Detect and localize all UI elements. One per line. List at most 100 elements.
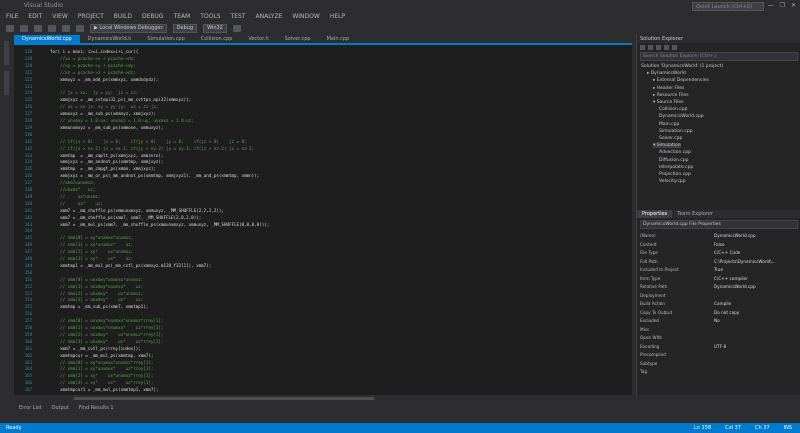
tab-error-list[interactable]: Error List bbox=[14, 404, 47, 412]
property-value[interactable]: C/C++ Code bbox=[714, 250, 798, 256]
code-line[interactable]: xmmtmp = _mm_cmplt_ps(xmmjxyz, xmmzero); bbox=[50, 153, 163, 158]
code-comment-line[interactable]: // xmm[1] = unxmxy*unxmxx* uz; bbox=[50, 284, 143, 289]
tab-vector-h[interactable]: Vector.h bbox=[240, 35, 277, 43]
code-comment-line[interactable]: // xmm[2] = xy* ux*unxmxz; bbox=[50, 249, 133, 254]
attach-icon[interactable] bbox=[232, 24, 241, 32]
code-line[interactable]: xmmtmpcur1 = _mm_mul_ps(xmmtmp1, xmm7); bbox=[50, 387, 158, 392]
code-comment-line[interactable]: // if(jx > nx-2) jx = nx-2; if(jy > ny-2… bbox=[50, 146, 254, 151]
code-line[interactable]: xmmuxyz = _mm_sub_ps(xmmxyz, xmmjxyz); bbox=[50, 111, 156, 116]
property-value[interactable]: DynamicsWorld.cpp bbox=[714, 233, 798, 239]
code-comment-line[interactable]: // xmm[0] = unxmxy*unxmxx*unxmxz; bbox=[50, 277, 143, 282]
code-comment-line[interactable]: // if(jx < 0) jx = 0; if(jy < 0) jy = 0;… bbox=[50, 139, 247, 144]
tree-item[interactable]: ▸ Resource Files bbox=[653, 93, 689, 98]
tree-item[interactable]: Diffusion.cpp bbox=[659, 158, 689, 163]
code-comment-line[interactable]: //xx = pcache->x + pcache->dx; bbox=[50, 56, 136, 61]
tree-item[interactable]: DynamicsWorld.cpp bbox=[659, 114, 704, 119]
code-line[interactable]: xmmunxmxyz = _mm_sub_ps(xmmone, xmmuxyz)… bbox=[50, 125, 163, 130]
horizontal-scrollbar[interactable] bbox=[14, 395, 632, 402]
property-row[interactable]: Deployment bbox=[640, 293, 798, 299]
code-line[interactable]: xmmtmpcur = _mm_mul_ps(xmmtmp, xmm7); bbox=[50, 353, 153, 358]
code-line[interactable]: xmmjxyz = _mm_andnot_ps(xmmtmp, xmmjxyz)… bbox=[50, 159, 163, 164]
property-value[interactable]: False bbox=[714, 242, 798, 248]
platform-select[interactable]: Win32 bbox=[203, 23, 227, 33]
code-comment-line[interactable]: // xmm[3] = unxmxy* ux* uz*rrey[1]; bbox=[50, 339, 163, 344]
tab-properties[interactable]: Properties bbox=[637, 210, 673, 218]
code-line[interactable]: xmmxyz = _mm_add_ps(xmmxyz, xmmdxdydz); bbox=[50, 77, 158, 82]
code-editor[interactable]: 118 119 120 121 122 123 124 125 126 127 128 129 130 1… bbox=[14, 43, 632, 395]
property-row[interactable]: Tag bbox=[640, 369, 798, 375]
tree-item[interactable]: ▸ DynamicsWorld bbox=[647, 71, 686, 76]
undo-icon[interactable] bbox=[62, 24, 70, 32]
property-value[interactable] bbox=[714, 352, 798, 358]
tab-solver-cpp[interactable]: Solver.cpp bbox=[276, 35, 319, 43]
code-line[interactable]: xmm7 = _mm_shuffle_ps(xmmunxmxyz, xmmuxy… bbox=[50, 208, 224, 213]
forward-icon[interactable] bbox=[20, 24, 28, 32]
tree-item[interactable]: Velocity.cpp bbox=[659, 179, 686, 184]
code-line[interactable]: xmm7 = _mm_shuffle_ps(xmm7, xmm7, _MM_SH… bbox=[50, 215, 201, 220]
properties-object-select[interactable]: DynamicsWorld.cpp File Properties bbox=[640, 220, 798, 229]
code-comment-line[interactable]: // xmm[1] = xy*unxmxx* uz; bbox=[50, 242, 133, 247]
code-comment-line[interactable]: //xz = pcache->z + pcache->dz; bbox=[50, 70, 136, 75]
code-comment-line[interactable]: // ux = xx-jx; uy = yy-jy; uz = zz-jz; bbox=[50, 104, 158, 109]
property-value[interactable]: True bbox=[714, 267, 798, 273]
menu-view[interactable]: VIEW bbox=[52, 12, 68, 22]
code-comment-line[interactable]: // xmm[0] = unxmxy*unxmxx*unxmxz*rrey[1]… bbox=[50, 318, 163, 323]
property-value[interactable]: Do not copy bbox=[714, 310, 798, 316]
tab-dynamicsworld-cpp[interactable]: DynamicsWorld.cpp bbox=[14, 35, 80, 43]
code-comment-line[interactable]: // xmm[1] = unxmxy*unxmxx* uz*rrey[1]; bbox=[50, 325, 163, 330]
property-value[interactable]: C/C++ compiler bbox=[714, 276, 798, 282]
property-row[interactable]: Excluded No bbox=[640, 318, 798, 324]
menu-tools[interactable]: TOOLS bbox=[200, 12, 220, 22]
menu-analyze[interactable]: ANALYZE bbox=[256, 12, 283, 22]
menu-window[interactable]: WINDOW bbox=[292, 12, 319, 22]
code-comment-line[interactable]: // ux*unxmz; bbox=[50, 194, 100, 199]
code-line[interactable]: xmmtmp = _mm_sub_ps(xmm7, xmmtmp1); bbox=[50, 304, 148, 309]
tab-collision-cpp[interactable]: Collision.cpp bbox=[192, 35, 241, 43]
tab-find-results[interactable]: Find Results 1 bbox=[74, 404, 119, 412]
config-select[interactable]: Debug bbox=[172, 23, 198, 33]
solution-search-input[interactable]: Search Solution Explorer (Ctrl+;) bbox=[640, 52, 798, 61]
tab-main-cpp[interactable]: Main.cpp bbox=[318, 35, 358, 43]
property-row[interactable]: Encoding UTF-8 bbox=[640, 344, 798, 350]
code-comment-line[interactable]: //xmm7=unxmxz; bbox=[50, 180, 95, 185]
code-line[interactable]: xmmjxyz = _mm_cvtepi32_ps(_mm_cvttps_epi… bbox=[50, 97, 191, 102]
tree-item[interactable]: ▸ External Dependencies bbox=[653, 78, 709, 83]
property-row[interactable]: Relative Path DynamicsWorld.cpp bbox=[640, 284, 798, 290]
code-line[interactable]: for( i = maxi; i>=i,index=i+i_cur){ bbox=[50, 49, 138, 54]
property-row[interactable]: Full Path C:\Projects\DynamicsWorld\... bbox=[640, 259, 798, 265]
code-comment-line[interactable]: // xmm[1] = xy*unxmxx* uz*rrey[1]; bbox=[50, 366, 153, 371]
property-value[interactable] bbox=[714, 335, 798, 341]
property-row[interactable]: Precompiled bbox=[640, 352, 798, 358]
tab-output[interactable]: Output bbox=[47, 404, 74, 412]
new-file-icon[interactable] bbox=[34, 24, 42, 32]
code-comment-line[interactable]: // xmm[2] = xy* ux*unxmxz*rrey[1]; bbox=[50, 373, 153, 378]
scrollbar-thumb[interactable] bbox=[74, 397, 374, 400]
minimize-button[interactable]: — bbox=[768, 0, 774, 12]
sync-icon[interactable] bbox=[648, 44, 653, 50]
property-row[interactable]: Open With bbox=[640, 335, 798, 341]
tree-item[interactable]: ▾ Source Files bbox=[653, 100, 683, 105]
code-comment-line[interactable]: // xmm[3] = xy* ux* uz*rrey[1]; bbox=[50, 380, 153, 385]
quick-launch-input[interactable]: Quick Launch (Ctrl+Q) bbox=[692, 2, 764, 11]
redo-icon[interactable] bbox=[76, 24, 84, 32]
code-line[interactable]: xmm7 = _mm_cvtl_ps(rrey[index]); bbox=[50, 346, 141, 351]
menu-test[interactable]: TEST bbox=[231, 12, 246, 22]
code-comment-line[interactable]: // xmm[0] = xy*unxmxx*unxmxz*rrey[1]; bbox=[50, 360, 153, 365]
tree-item[interactable]: Solver.cpp bbox=[659, 136, 682, 141]
back-icon[interactable] bbox=[6, 24, 14, 32]
code-comment-line[interactable]: // xmm[2] = unxmxy* ux*unxmxz; bbox=[50, 291, 143, 296]
menu-edit[interactable]: EDIT bbox=[28, 12, 42, 22]
code-comment-line[interactable]: // unxmxy = 1.0-ux; unxmxz = 1.0-uy; unx… bbox=[50, 118, 194, 123]
property-row[interactable]: Included In Project True bbox=[640, 267, 798, 273]
tree-item[interactable]: Simulation.cpp bbox=[659, 129, 693, 134]
tree-item[interactable]: Interpolate.cpp bbox=[659, 165, 693, 170]
tree-item[interactable]: Advection.cpp bbox=[659, 150, 691, 155]
property-row[interactable]: Item Type C/C++ compiler bbox=[640, 276, 798, 282]
refresh-icon[interactable] bbox=[656, 44, 661, 50]
tab-team-explorer[interactable]: Team Explorer bbox=[672, 210, 718, 218]
property-value[interactable] bbox=[714, 361, 798, 367]
toolbox-tab[interactable] bbox=[4, 71, 9, 95]
menu-help[interactable]: HELP bbox=[330, 12, 345, 22]
tree-item[interactable]: Main.cpp bbox=[659, 122, 679, 127]
code-comment-line[interactable]: //unxmx* uz; bbox=[50, 187, 95, 192]
